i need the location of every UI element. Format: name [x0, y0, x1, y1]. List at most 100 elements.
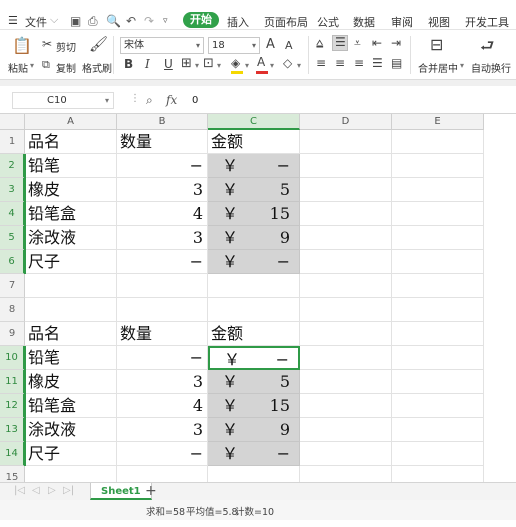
tab-home[interactable]: 开始: [183, 12, 219, 28]
cell-d-1[interactable]: [300, 130, 392, 154]
column-header-d[interactable]: D: [300, 114, 392, 130]
fill-color-icon[interactable]: ◈: [231, 56, 240, 70]
cell-c-7[interactable]: [208, 274, 300, 298]
cell-c-9[interactable]: 金额: [208, 322, 300, 346]
paste-button[interactable]: 粘贴: [8, 60, 28, 75]
cell-e-13[interactable]: [392, 418, 484, 442]
tab-formulas[interactable]: 公式: [317, 14, 339, 30]
cell-c-3[interactable]: ￥ 5: [208, 178, 300, 202]
font-color-dropdown-icon[interactable]: ▾: [270, 61, 274, 70]
cell-d-2[interactable]: [300, 154, 392, 178]
cell-e-7[interactable]: [392, 274, 484, 298]
hamburger-icon[interactable]: ☰: [8, 14, 18, 27]
cell-a-15[interactable]: [25, 466, 117, 482]
cell-d-14[interactable]: [300, 442, 392, 466]
tab-review[interactable]: 审阅: [391, 14, 413, 30]
distributed-icon[interactable]: ▤: [391, 56, 402, 70]
row-header[interactable]: 8: [0, 298, 25, 322]
sheet-tab-sheet1[interactable]: Sheet1: [90, 483, 152, 500]
name-box[interactable]: C10 ▾: [12, 92, 114, 109]
cell-b-9[interactable]: 数量: [117, 322, 208, 346]
font-size-select[interactable]: 18 ▾: [208, 37, 260, 54]
italic-button[interactable]: I: [145, 57, 150, 71]
cell-e-2[interactable]: [392, 154, 484, 178]
copy-button[interactable]: 复制: [56, 60, 76, 75]
cell-e-1[interactable]: [392, 130, 484, 154]
cell-d-10[interactable]: [300, 346, 392, 370]
cell-a-3[interactable]: 橡皮: [25, 178, 117, 202]
column-header-b[interactable]: B: [117, 114, 208, 130]
cell-b-5[interactable]: 3: [117, 226, 208, 250]
cell-d-6[interactable]: [300, 250, 392, 274]
row-header[interactable]: 15: [0, 466, 25, 482]
last-sheet-icon[interactable]: ▷|: [63, 485, 74, 496]
cell-c-15[interactable]: [208, 466, 300, 482]
cell-b-12[interactable]: 4: [117, 394, 208, 418]
cell-a-4[interactable]: 铅笔盒: [25, 202, 117, 226]
cell-b-4[interactable]: 4: [117, 202, 208, 226]
decrease-indent-icon[interactable]: ⇤: [372, 36, 382, 50]
row-header[interactable]: 14: [0, 442, 25, 466]
row-header[interactable]: 1: [0, 130, 25, 154]
underline-button[interactable]: U: [164, 57, 173, 71]
cell-b-15[interactable]: [117, 466, 208, 482]
merge-center-button[interactable]: 合并居中: [418, 60, 458, 75]
cell-a-8[interactable]: [25, 298, 117, 322]
cell-a-1[interactable]: 品名: [25, 130, 117, 154]
cell-c-2[interactable]: ￥ −: [208, 154, 300, 178]
row-header[interactable]: 4: [0, 202, 25, 226]
cell-d-12[interactable]: [300, 394, 392, 418]
redo-icon[interactable]: ↷: [144, 14, 154, 28]
row-header[interactable]: 2: [0, 154, 25, 178]
align-center-icon[interactable]: ≡: [335, 56, 345, 70]
cell-b-14[interactable]: −: [117, 442, 208, 466]
file-dropdown-icon[interactable]: ⌵: [50, 13, 58, 27]
cell-c-1[interactable]: 金额: [208, 130, 300, 154]
cell-c-6[interactable]: ￥ −: [208, 250, 300, 274]
align-top-icon[interactable]: ⩠: [316, 36, 323, 51]
cell-a-12[interactable]: 铅笔盒: [25, 394, 117, 418]
cell-b-7[interactable]: [117, 274, 208, 298]
cell-e-4[interactable]: [392, 202, 484, 226]
cell-d-13[interactable]: [300, 418, 392, 442]
cell-d-11[interactable]: [300, 370, 392, 394]
row-header[interactable]: 7: [0, 274, 25, 298]
cell-c-8[interactable]: [208, 298, 300, 322]
cell-d-15[interactable]: [300, 466, 392, 482]
copy-icon[interactable]: ⧉: [42, 58, 50, 72]
cell-e-6[interactable]: [392, 250, 484, 274]
column-header-c[interactable]: C: [208, 114, 300, 130]
next-sheet-icon[interactable]: ▷: [48, 485, 56, 496]
cell-b-3[interactable]: 3: [117, 178, 208, 202]
scissors-icon[interactable]: ✂: [42, 37, 52, 51]
cell-a-2[interactable]: 铅笔: [25, 154, 117, 178]
cell-b-8[interactable]: [117, 298, 208, 322]
cell-b-11[interactable]: 3: [117, 370, 208, 394]
add-sheet-button[interactable]: +: [145, 483, 157, 500]
cell-b-10[interactable]: −: [117, 346, 208, 370]
tab-insert[interactable]: 插入: [227, 14, 249, 30]
merge-dropdown-icon[interactable]: ▾: [460, 61, 464, 70]
select-all-corner[interactable]: [0, 114, 25, 130]
cell-a-6[interactable]: 尺子: [25, 250, 117, 274]
cell-e-9[interactable]: [392, 322, 484, 346]
align-left-icon[interactable]: ≡: [316, 56, 326, 70]
row-header[interactable]: 10: [0, 346, 25, 370]
clear-format-icon[interactable]: ◇: [283, 56, 292, 70]
print-preview-icon[interactable]: 🔍: [106, 14, 121, 28]
cell-c-12[interactable]: ￥ 15: [208, 394, 300, 418]
row-header[interactable]: 13: [0, 418, 25, 442]
column-header-e[interactable]: E: [392, 114, 484, 130]
cut-button[interactable]: 剪切: [56, 39, 76, 54]
cell-b-6[interactable]: −: [117, 250, 208, 274]
cell-a-9[interactable]: 品名: [25, 322, 117, 346]
cell-d-7[interactable]: [300, 274, 392, 298]
first-sheet-icon[interactable]: |◁: [14, 485, 25, 496]
cell-e-14[interactable]: [392, 442, 484, 466]
borders-icon[interactable]: ⊞: [181, 56, 192, 71]
tab-data[interactable]: 数据: [353, 14, 375, 30]
wrap-text-button[interactable]: 自动换行: [471, 60, 511, 75]
row-header[interactable]: 11: [0, 370, 25, 394]
cell-b-1[interactable]: 数量: [117, 130, 208, 154]
save-icon[interactable]: ▣: [70, 14, 81, 28]
